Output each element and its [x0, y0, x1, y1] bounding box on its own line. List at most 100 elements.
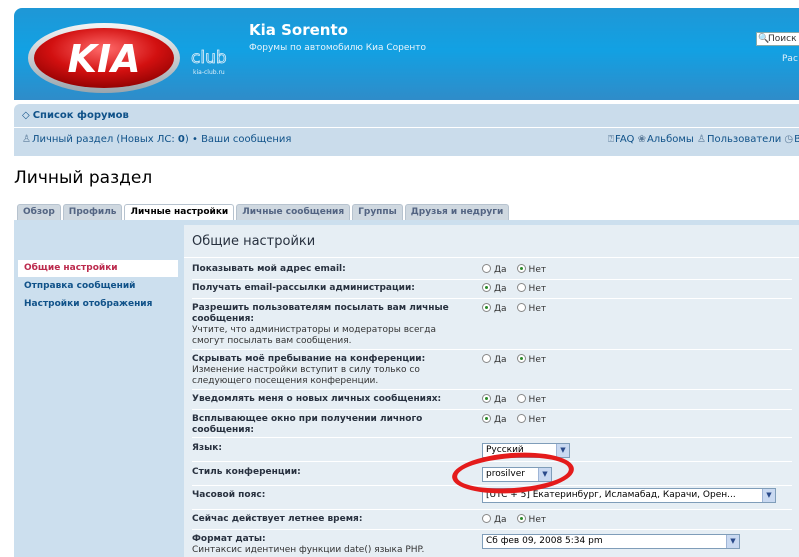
radio-circle — [482, 283, 491, 292]
row-divider — [192, 298, 792, 299]
row-divider — [192, 437, 792, 438]
home-icon: ◇ — [22, 110, 30, 121]
setting-radio-group: Да Нет — [482, 394, 556, 405]
logo-club-text: club — [191, 48, 227, 68]
radio-no[interactable]: Нет — [516, 283, 546, 294]
radio-circle — [516, 514, 526, 523]
radio-circle — [516, 354, 526, 363]
setting-radio-group: Да Нет — [482, 354, 556, 365]
setting-label: Формат даты: — [192, 534, 266, 544]
row-divider — [192, 389, 792, 390]
tab-profile[interactable]: Профиль — [62, 204, 123, 220]
logout-icon: ◷ — [784, 134, 794, 145]
new-pm-count: 0 — [177, 134, 185, 145]
radio-label: Нет — [528, 515, 547, 525]
setting-explain: Синтаксис идентичен функции date() языка… — [192, 545, 425, 555]
row-divider — [192, 509, 792, 510]
chevron-down-icon: ▼ — [556, 444, 569, 457]
radio-circle — [482, 264, 491, 273]
radio-no[interactable]: Нет — [516, 303, 547, 314]
sidebar-item-posting[interactable]: Отправка сообщений — [18, 278, 178, 295]
logo-text: KIA — [68, 37, 141, 81]
user-links: ♙Личный раздел (Новых ЛС: 0) • Ваши сооб… — [22, 134, 291, 145]
section-divider — [184, 257, 799, 258]
section-title: Общие настройки — [192, 234, 316, 249]
sidebar-item-display[interactable]: Настройки отображения — [18, 296, 178, 313]
radio-yes[interactable]: Да — [482, 414, 507, 425]
row-divider — [192, 349, 792, 350]
tab-private-messages[interactable]: Личные сообщения — [236, 204, 351, 220]
kia-club-logo[interactable]: KIA club kia-club.ru — [26, 16, 256, 96]
radio-no[interactable]: Нет — [516, 414, 546, 425]
settings-content: Общие настройки Показывать мой адрес ema… — [184, 225, 799, 557]
sidebar-menu: Общие настройки Отправка сообщений Настр… — [18, 260, 178, 314]
radio-circle — [516, 394, 526, 403]
chevron-down-icon: ▼ — [726, 535, 739, 548]
user-icon: ♙ — [22, 134, 31, 145]
radio-label: Нет — [528, 265, 547, 275]
members-link[interactable]: Пользователи — [707, 134, 781, 145]
your-posts-link[interactable]: Ваши сообщения — [201, 134, 291, 145]
ucp-panel: Общие настройки Отправка сообщений Настр… — [14, 220, 799, 557]
setting-radio-group: Да Нет — [482, 514, 556, 525]
radio-no[interactable]: Нет — [516, 354, 547, 365]
navbar-divider — [14, 127, 799, 128]
radio-circle — [482, 303, 491, 312]
radio-no[interactable]: Нет — [516, 394, 546, 405]
albums-icon: ❀ — [637, 134, 646, 145]
logo-url-text: kia-club.ru — [193, 69, 225, 76]
radio-label: Нет — [528, 304, 547, 314]
radio-no[interactable]: Нет — [516, 514, 547, 525]
radio-yes[interactable]: Да — [482, 514, 507, 525]
chevron-down-icon: ▼ — [762, 489, 775, 502]
setting-label: Часовой пояс: — [192, 490, 266, 500]
radio-circle — [516, 264, 526, 273]
row-divider — [192, 279, 792, 280]
radio-circle — [482, 414, 491, 423]
tab-friends-foes[interactable]: Друзья и недруги — [404, 204, 510, 220]
date-format-select[interactable]: Сб фев 09, 2008 5:34 pm ▼ — [482, 534, 740, 549]
radio-label: Да — [494, 265, 507, 275]
radio-label: Нет — [528, 355, 547, 365]
setting-radio-group: Да Нет — [482, 264, 556, 275]
setting-radio-group: Да Нет — [482, 414, 556, 425]
setting-label: Сейчас действует летнее время: — [192, 514, 363, 524]
tab-groups[interactable]: Группы — [352, 204, 403, 220]
breadcrumb-forum-index[interactable]: Список форумов — [33, 110, 129, 121]
radio-no[interactable]: Нет — [516, 264, 547, 275]
search-input[interactable]: 🔍 Поиск — [756, 32, 799, 46]
setting-label: Скрывать моё пребывание на конференции: — [192, 354, 426, 364]
albums-link[interactable]: Альбомы — [647, 134, 694, 145]
setting-label: Разрешить пользователям посылать вам лич… — [192, 303, 449, 324]
sidebar-item-general[interactable]: Общие настройки — [18, 260, 178, 277]
radio-circle — [516, 303, 526, 312]
logout-link[interactable]: В — [794, 134, 799, 145]
radio-circle — [516, 414, 526, 423]
radio-yes[interactable]: Да — [482, 303, 507, 314]
search-placeholder: Поиск — [768, 34, 797, 44]
row-divider — [192, 529, 792, 530]
radio-circle — [482, 354, 491, 363]
setting-label: Получать email-рассылки администрации: — [192, 283, 415, 293]
site-title[interactable]: Kia Sorento — [249, 21, 348, 39]
faq-link[interactable]: FAQ — [615, 134, 634, 145]
tab-preferences[interactable]: Личные настройки — [124, 204, 235, 221]
radio-yes[interactable]: Да — [482, 283, 507, 294]
radio-yes[interactable]: Да — [482, 264, 507, 275]
search-icon: 🔍 — [758, 34, 770, 44]
setting-label: Язык: — [192, 443, 223, 453]
tab-overview[interactable]: Обзор — [17, 204, 61, 220]
faq-icon: ⍰ — [608, 134, 614, 145]
personal-section-link[interactable]: Личный раздел (Новых ЛС: — [32, 134, 178, 145]
setting-explain: Учтите, что администраторы и модераторы … — [192, 325, 436, 346]
advanced-search-link[interactable]: Рас — [782, 54, 798, 64]
site-links: ⍰FAQ ❀Альбомы ♙Пользователи ◷В — [608, 134, 799, 145]
radio-circle — [482, 514, 491, 523]
radio-label: Да — [494, 355, 507, 365]
navbar: ◇ Список форумов ♙Личный раздел (Новых ЛС… — [14, 104, 799, 156]
breadcrumb[interactable]: ◇ Список форумов — [22, 110, 129, 121]
radio-yes[interactable]: Да — [482, 354, 507, 365]
radio-yes[interactable]: Да — [482, 394, 507, 405]
page-title: Личный раздел — [14, 168, 153, 188]
row-divider — [192, 409, 792, 410]
